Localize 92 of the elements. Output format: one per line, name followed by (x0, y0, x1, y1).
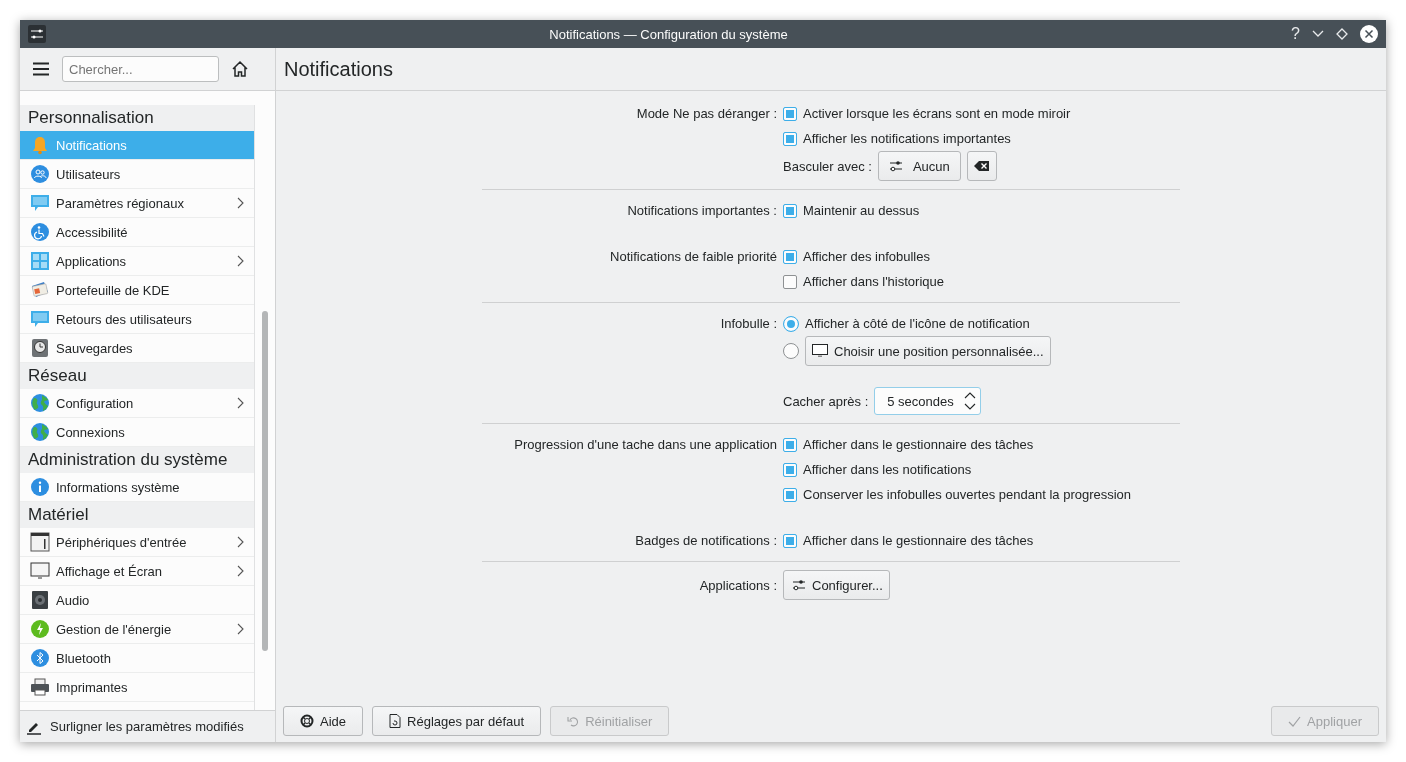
custom-position-button[interactable]: Choisir une position personnalisée... (805, 336, 1051, 366)
help-button[interactable]: Aide (283, 706, 364, 736)
sidebar-item[interactable]: Bluetooth (20, 644, 254, 673)
radio-button[interactable] (783, 315, 799, 332)
window-icon (30, 532, 50, 552)
window-title: Notifications — Configuration du système (548, 26, 789, 42)
sidebar-item[interactable]: Audio (20, 586, 254, 615)
field-label: Badges de notifications : (635, 533, 777, 548)
users-icon (30, 164, 50, 184)
field-label: Notifications importantes : (627, 203, 777, 218)
bell-icon (30, 135, 50, 155)
sidebar-item[interactable]: Périphériques d'entrée (20, 528, 254, 557)
checkbox[interactable] (783, 533, 797, 548)
checkbox[interactable] (783, 462, 797, 477)
clock-icon (30, 338, 50, 358)
field-label: Progression d'une tache dans une application (514, 437, 777, 452)
checkbox[interactable] (783, 131, 797, 146)
checkbox[interactable] (783, 487, 797, 502)
defaults-button[interactable]: Réglages par défaut (372, 706, 542, 736)
clear-button[interactable] (966, 151, 997, 181)
home-icon[interactable] (231, 60, 249, 78)
maximize-icon[interactable] (1336, 28, 1348, 40)
checkbox[interactable] (783, 106, 797, 121)
field-label: Basculer avec : (783, 158, 872, 174)
help-button[interactable]: ? (1291, 25, 1300, 43)
checkbox-label[interactable]: Conserver les infobulles ouvertes pendant la progression (803, 487, 1132, 502)
bubble-icon (30, 309, 50, 329)
sidebar-item[interactable]: Affichage et Écran (20, 557, 254, 586)
checkbox[interactable] (783, 274, 797, 289)
sidebar-item[interactable]: Applications (20, 247, 254, 276)
minimize-icon[interactable] (1312, 30, 1324, 38)
search-field[interactable]: Chercher... (62, 56, 219, 82)
checkbox[interactable] (783, 249, 797, 264)
page-title: Notifications (284, 57, 393, 81)
backspace-icon (973, 160, 990, 172)
document-icon (389, 714, 402, 728)
sidebar-item[interactable]: Configuration (20, 389, 254, 418)
checkmark-icon (1288, 715, 1302, 727)
checkbox-label[interactable]: Afficher dans les notifications (803, 462, 972, 477)
sliders-icon (888, 160, 903, 172)
lifebuoy-icon (300, 714, 314, 728)
field-label: Applications : (699, 577, 777, 593)
menu-icon[interactable] (32, 62, 50, 76)
field-label: Mode Ne pas déranger : (636, 106, 777, 121)
monitor-icon (30, 561, 50, 581)
checkbox-label[interactable]: Afficher les notifications importantes (803, 131, 1011, 146)
field-label: Cacher après : (783, 393, 869, 409)
radio-button[interactable] (783, 343, 799, 359)
duration-spinbox[interactable]: 5 secondes (874, 387, 981, 415)
bluetooth-icon (30, 648, 50, 668)
sidebar-item[interactable]: Utilisateurs (20, 160, 254, 189)
checkbox[interactable] (783, 203, 797, 218)
category-header: Matériel (20, 502, 254, 528)
checkbox-label[interactable]: Maintenir au dessus (803, 203, 920, 218)
access-icon (30, 222, 50, 242)
speaker-icon (30, 590, 50, 610)
field-label: Infobulle : (720, 316, 777, 331)
checkbox[interactable] (783, 437, 797, 452)
checkbox-label[interactable]: Afficher dans le gestionnaire des tâches (803, 533, 1034, 548)
globe-icon (30, 393, 50, 413)
configure-button[interactable]: Configurer... (783, 570, 890, 600)
field-label: Notifications de faible priorité (610, 249, 777, 264)
sidebar-item[interactable]: Portefeuille de KDE (20, 276, 254, 305)
checkbox-label[interactable]: Afficher dans le gestionnaire des tâches (803, 437, 1034, 452)
close-icon[interactable] (1360, 25, 1378, 43)
category-header: Personnalisation (20, 105, 254, 131)
sliders-icon (792, 579, 806, 591)
category-header: Réseau (20, 363, 254, 389)
shortcut-button[interactable]: Aucun (877, 151, 961, 181)
bubble-icon (30, 193, 50, 213)
power-icon (30, 619, 50, 639)
undo-icon (567, 715, 580, 727)
highlight-changes-button[interactable]: Surligner les paramètres modifiés (20, 710, 275, 742)
up-down-arrows-icon (963, 391, 976, 411)
sidebar-item[interactable]: Retours des utilisateurs (20, 305, 254, 334)
category-header: Administration du système (20, 447, 254, 473)
printer-icon (30, 677, 50, 697)
sliders-icon (28, 25, 46, 43)
sidebar-item[interactable]: Imprimantes (20, 673, 254, 702)
scrollbar-thumb[interactable] (262, 311, 268, 651)
globe-icon (30, 422, 50, 442)
wallet-icon (30, 280, 50, 300)
sidebar-item[interactable]: Paramètres régionaux (20, 189, 254, 218)
grid-icon (30, 251, 50, 271)
checkbox-label[interactable]: Afficher des infobulles (803, 249, 930, 264)
checkbox-label[interactable]: Afficher dans l'historique (803, 274, 944, 289)
checkbox-label[interactable]: Activer lorsque les écrans sont en mode miroir (803, 106, 1071, 121)
sidebar-item[interactable]: Gestion de l'énergie (20, 615, 254, 644)
radio-label[interactable]: Afficher à côté de l'icône de notification (805, 316, 1030, 331)
info-icon (30, 477, 50, 497)
monitor-icon (812, 344, 828, 358)
sidebar-item[interactable]: Accessibilité (20, 218, 254, 247)
